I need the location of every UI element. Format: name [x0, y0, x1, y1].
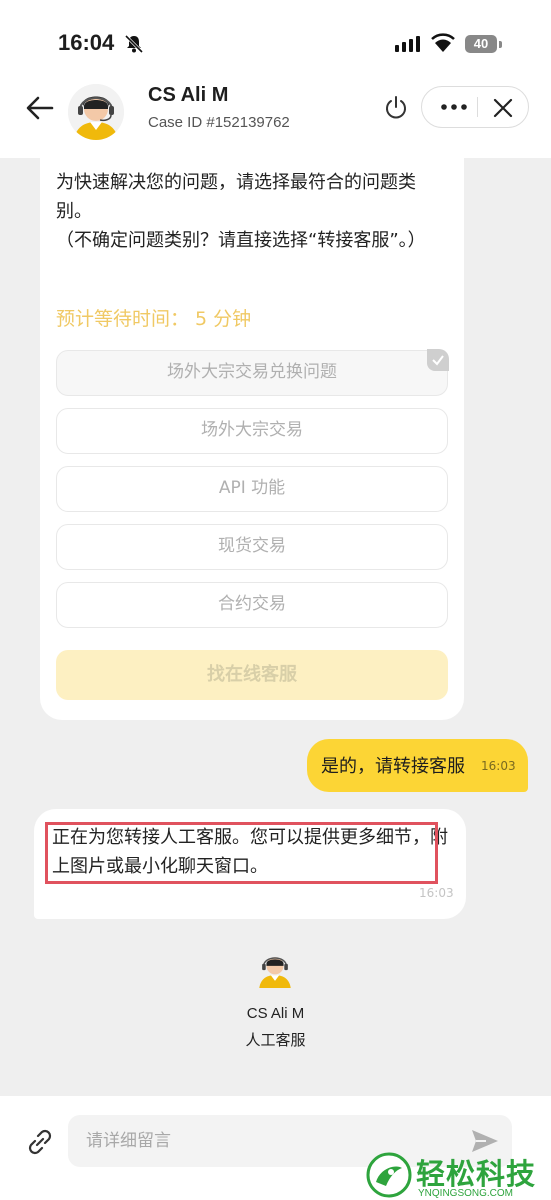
chat-header: CS Ali M Case ID #152139762 [0, 80, 551, 158]
case-id: Case ID #152139762 [148, 114, 290, 131]
user-message-bubble: 是的，请转接客服 16:03 [307, 739, 528, 792]
power-icon[interactable] [382, 94, 410, 122]
back-arrow-icon[interactable] [22, 90, 58, 126]
watermark-title: 轻松科技 [416, 1157, 537, 1191]
highlight-box [45, 822, 438, 884]
attach-icon[interactable] [24, 1126, 56, 1158]
agent-avatar-small-icon [259, 957, 291, 988]
category-option[interactable]: API 功能 [56, 466, 448, 512]
agent-message-time: 16:03 [419, 886, 454, 900]
bot-intro-text: 为快速解决您的问题，请选择最符合的问题类别。 （不确定问题类别？请直接选择“转接… [56, 172, 426, 251]
category-option-label: API 功能 [218, 478, 286, 498]
status-bar: 16:04 40 [0, 0, 551, 80]
category-option[interactable]: 现货交易 [56, 524, 448, 570]
category-option-label: 场外大宗交易 [201, 420, 303, 440]
status-time: 16:04 [58, 30, 115, 55]
agent-avatar-icon [68, 84, 124, 140]
user-message-text: 是的，请转接客服 [321, 756, 465, 777]
wait-time-text: 预计等待时间： 5 分钟 [56, 308, 252, 330]
watermark-subtitle: YNQINGSONG.COM [418, 1188, 514, 1199]
agent-info-role: 人工客服 [245, 1031, 306, 1049]
category-option-label: 现货交易 [218, 536, 286, 556]
pill-divider [477, 97, 478, 117]
wifi-icon [431, 33, 455, 52]
watermark-logo-icon [366, 1152, 412, 1198]
category-option[interactable]: 场外大宗交易 [56, 408, 448, 454]
mute-bell-icon [124, 34, 144, 54]
battery-tip [499, 41, 502, 48]
more-icon[interactable] [434, 95, 474, 119]
battery-icon: 40 [465, 35, 497, 53]
close-icon[interactable] [490, 95, 516, 121]
category-option-label: 场外大宗交易兑换问题 [167, 362, 337, 382]
agent-info-name: CS Ali M [246, 1005, 305, 1022]
watermark: 轻松科技 YNQINGSONG.COM [364, 1150, 551, 1200]
category-option-label: 合约交易 [218, 594, 286, 614]
check-icon [427, 349, 449, 371]
category-option[interactable]: 场外大宗交易兑换问题 [56, 349, 449, 396]
find-online-cs-button[interactable]: 找在线客服 [56, 650, 448, 700]
user-message-time: 16:03 [481, 759, 516, 773]
header-action-pill [421, 86, 529, 128]
signal-icon [395, 36, 420, 52]
category-option[interactable]: 合约交易 [56, 582, 448, 628]
agent-name: CS Ali M [148, 84, 229, 106]
bot-message-card: 为快速解决您的问题，请选择最符合的问题类别。 （不确定问题类别？请直接选择“转接… [40, 158, 464, 720]
